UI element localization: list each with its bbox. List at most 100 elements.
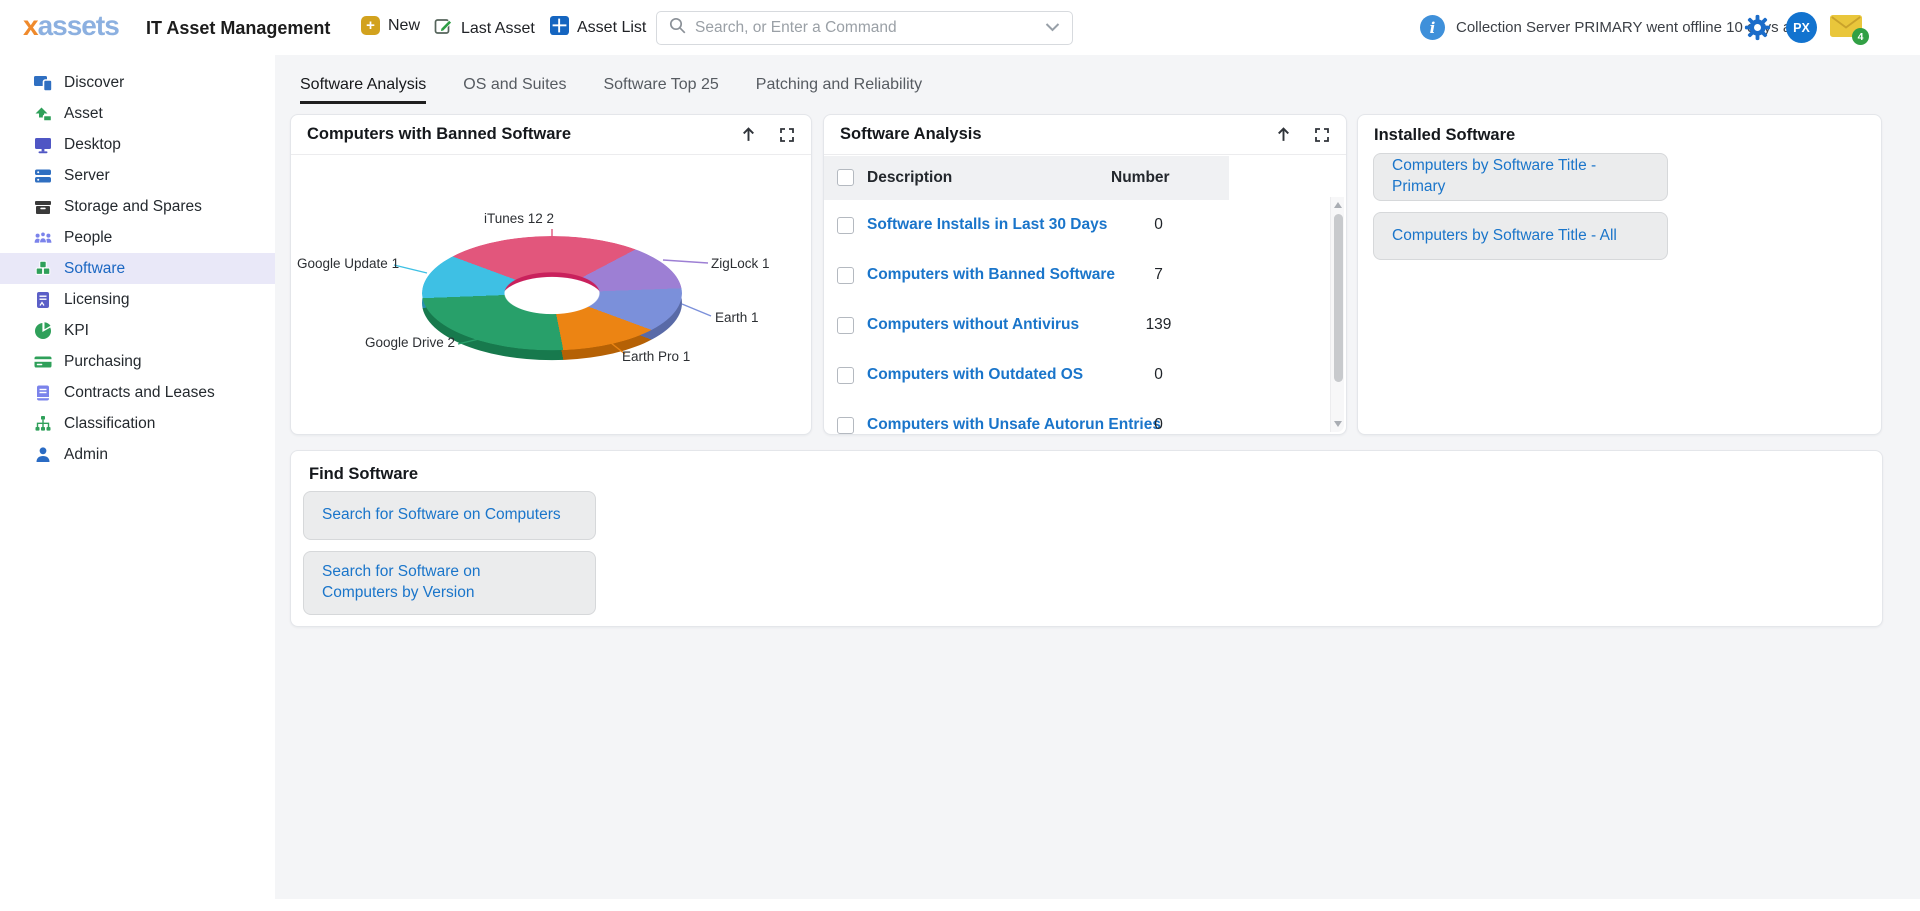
- top-header: xassets IT Asset Management New Last Ass…: [0, 0, 1920, 55]
- report-count: 0: [1131, 216, 1186, 234]
- tab-software-top-25[interactable]: Software Top 25: [603, 76, 718, 102]
- scrollbar-thumb[interactable]: [1334, 214, 1343, 382]
- report-link[interactable]: Computers with Outdated OS: [867, 366, 1083, 384]
- main-content: Software Analysis OS and Suites Software…: [275, 55, 1920, 899]
- settings-button[interactable]: [1744, 14, 1771, 46]
- user-avatar[interactable]: PX: [1786, 12, 1817, 43]
- asset-list-button[interactable]: Asset List: [550, 16, 646, 40]
- column-header-description: Description: [867, 169, 952, 187]
- fullscreen-icon[interactable]: [1314, 127, 1330, 143]
- people-icon: [33, 228, 53, 248]
- report-link[interactable]: Computers with Banned Software: [867, 266, 1115, 284]
- command-search[interactable]: [656, 11, 1073, 45]
- search-icon: [669, 17, 686, 39]
- tab-patching-reliability[interactable]: Patching and Reliability: [756, 76, 922, 102]
- sidebar-label: Contracts and Leases: [64, 384, 215, 402]
- tab-bar: Software Analysis OS and Suites Software…: [300, 76, 922, 102]
- scroll-down-arrow[interactable]: [1334, 421, 1342, 427]
- installed-software-card: Installed Software Computers by Software…: [1357, 114, 1882, 435]
- sidebar-label: Server: [64, 167, 110, 185]
- row-checkbox[interactable]: [837, 267, 854, 284]
- sidebar-label: Software: [64, 260, 125, 278]
- scroll-up-arrow[interactable]: [1334, 202, 1342, 208]
- sidebar-label: Discover: [64, 74, 124, 92]
- select-all-checkbox[interactable]: [837, 169, 854, 186]
- report-link[interactable]: Software Installs in Last 30 Days: [867, 216, 1107, 234]
- sidebar-item-licensing[interactable]: Licensing: [0, 284, 275, 315]
- report-count: 139: [1131, 316, 1186, 334]
- asset-icon: [33, 104, 53, 124]
- app-title: IT Asset Management: [146, 18, 330, 39]
- sidebar-item-people[interactable]: People: [0, 222, 275, 253]
- sidebar-item-purchasing[interactable]: Purchasing: [0, 346, 275, 377]
- chevron-down-icon[interactable]: [1045, 19, 1060, 37]
- pie-chart-icon: [33, 321, 53, 341]
- xassets-logo[interactable]: xassets: [23, 10, 119, 42]
- sidebar-item-asset[interactable]: Asset: [0, 98, 275, 129]
- sidebar-item-desktop[interactable]: Desktop: [0, 129, 275, 160]
- sidebar-item-discover[interactable]: Discover: [0, 67, 275, 98]
- sidebar-item-admin[interactable]: Admin: [0, 439, 275, 470]
- table-row: Computers with Outdated OS 0: [824, 350, 1329, 400]
- sidebar-item-software[interactable]: Software: [0, 253, 275, 284]
- card-title: Computers with Banned Software: [307, 125, 571, 144]
- table-row: Computers without Antivirus 139: [824, 300, 1329, 350]
- row-checkbox[interactable]: [837, 367, 854, 384]
- server-icon: [33, 166, 53, 186]
- donut-3d[interactable]: [422, 236, 682, 350]
- logo-x: x: [23, 10, 38, 41]
- asset-list-label: Asset List: [577, 19, 646, 37]
- sidebar-item-storage[interactable]: Storage and Spares: [0, 191, 275, 222]
- sidebar-label: Purchasing: [64, 353, 142, 371]
- fullscreen-icon[interactable]: [779, 127, 795, 143]
- person-icon: [33, 445, 53, 465]
- banned-software-card: Computers with Banned Software iTu: [290, 114, 812, 435]
- computers-by-software-title-primary-button[interactable]: Computers by Software Title - Primary: [1373, 153, 1668, 201]
- slice-label-itunes: iTunes 12 2: [459, 211, 579, 226]
- button-label: Search for Software on Computers by Vers…: [322, 562, 552, 604]
- card-title: Installed Software: [1374, 126, 1515, 145]
- tab-software-analysis[interactable]: Software Analysis: [300, 76, 426, 102]
- sidebar-label: Storage and Spares: [64, 198, 202, 216]
- sidebar-label: KPI: [64, 322, 89, 340]
- software-cubes-icon: [33, 259, 53, 279]
- monitor-icon: [33, 135, 53, 155]
- slice-label-earth: Earth 1: [715, 310, 759, 325]
- sidebar-item-kpi[interactable]: KPI: [0, 315, 275, 346]
- storage-box-icon: [33, 197, 53, 217]
- last-asset-button[interactable]: Last Asset: [433, 16, 535, 41]
- table-grid-icon: [550, 16, 569, 40]
- table-row: Software Installs in Last 30 Days 0: [824, 200, 1329, 250]
- new-button[interactable]: New: [361, 16, 420, 35]
- sidebar: Discover Asset Desktop Server Storage an…: [0, 55, 275, 911]
- table-header-row: Description Number: [824, 156, 1229, 200]
- report-link[interactable]: Computers with Unsafe Autorun Entries: [867, 416, 1161, 434]
- card-title: Find Software: [309, 465, 418, 484]
- report-link[interactable]: Computers without Antivirus: [867, 316, 1079, 334]
- sidebar-item-classification[interactable]: Classification: [0, 408, 275, 439]
- book-icon: [33, 383, 53, 403]
- row-checkbox[interactable]: [837, 417, 854, 434]
- slice-label-google-drive: Google Drive 2: [331, 335, 455, 350]
- slice-label-ziglock: ZigLock 1: [711, 256, 770, 271]
- vertical-scrollbar[interactable]: [1330, 197, 1344, 432]
- column-header-number: Number: [1111, 169, 1170, 187]
- hierarchy-tree-icon: [33, 414, 53, 434]
- search-software-by-version-button[interactable]: Search for Software on Computers by Vers…: [303, 551, 596, 615]
- tab-os-and-suites[interactable]: OS and Suites: [463, 76, 566, 102]
- search-software-on-computers-button[interactable]: Search for Software on Computers: [303, 491, 596, 540]
- export-arrow-up-icon[interactable]: [740, 126, 757, 143]
- report-count: 7: [1131, 266, 1186, 284]
- software-analysis-card: Software Analysis Description Number Sof…: [823, 114, 1347, 435]
- search-input[interactable]: [695, 19, 1036, 37]
- info-icon[interactable]: [1420, 15, 1445, 40]
- row-checkbox[interactable]: [837, 317, 854, 334]
- banned-software-donut-chart[interactable]: iTunes 12 2 ZigLock 1 Earth 1 Earth Pro …: [291, 155, 811, 435]
- license-document-icon: [33, 290, 53, 310]
- row-checkbox[interactable]: [837, 217, 854, 234]
- messages-button[interactable]: 4: [1830, 15, 1862, 37]
- export-arrow-up-icon[interactable]: [1275, 126, 1292, 143]
- sidebar-item-server[interactable]: Server: [0, 160, 275, 191]
- computers-by-software-title-all-button[interactable]: Computers by Software Title - All: [1373, 212, 1668, 260]
- sidebar-item-contracts[interactable]: Contracts and Leases: [0, 377, 275, 408]
